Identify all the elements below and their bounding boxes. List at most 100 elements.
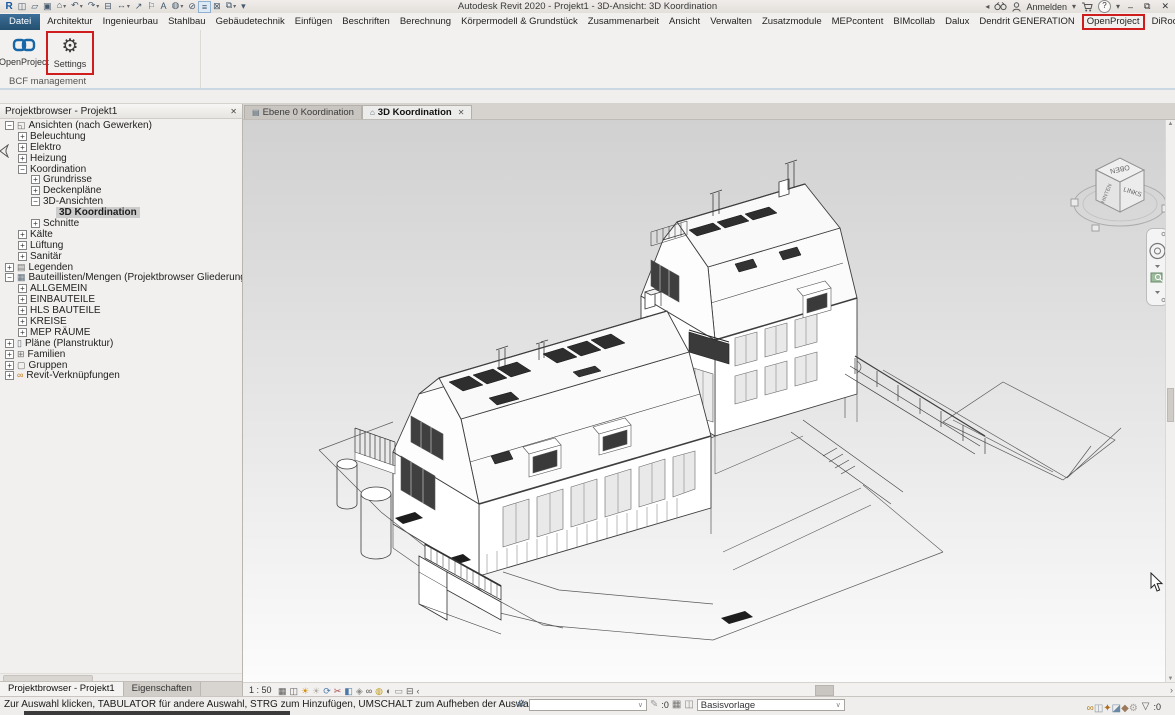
ribbon-tab-gebäudetechnik[interactable]: Gebäudetechnik: [211, 14, 290, 30]
tree-item-deckenpläne[interactable]: +Deckenpläne: [0, 185, 242, 196]
tree-item-beleuchtung[interactable]: +Beleuchtung: [0, 131, 242, 142]
workset-dropdown[interactable]: ∨: [529, 699, 647, 711]
drawing-area[interactable]: OBEN HINTEN LINKS: [243, 120, 1166, 683]
expand-icon[interactable]: +: [18, 132, 27, 141]
new-window-icon[interactable]: ◫: [15, 0, 29, 13]
background-processes-icon[interactable]: ⚙: [1129, 703, 1138, 714]
navigation-bar[interactable]: [1146, 228, 1166, 306]
tree-item-sanitär[interactable]: +Sanitär: [0, 251, 242, 262]
tree-item-lüftung[interactable]: +Lüftung: [0, 240, 242, 251]
ribbon-tab-ingenieurbau[interactable]: Ingenieurbau: [98, 14, 163, 30]
settings-button[interactable]: ⚙ Settings: [46, 31, 94, 75]
expand-icon[interactable]: +: [18, 317, 27, 326]
ribbon-tab-datei[interactable]: Datei: [0, 14, 40, 30]
expand-icon[interactable]: +: [5, 339, 14, 348]
minimize-button[interactable]: –: [1125, 2, 1136, 12]
close-button[interactable]: ✕: [1158, 1, 1172, 12]
close-icon[interactable]: ✕: [230, 107, 237, 116]
home-view-icon[interactable]: ⌂▾: [54, 0, 68, 14]
tree-item-allgemein[interactable]: +ALLGEMEIN: [0, 283, 242, 294]
tree-item-3d-koordination[interactable]: 3D Koordination: [0, 207, 242, 218]
expand-icon[interactable]: +: [5, 361, 14, 370]
sun-path-icon[interactable]: ☀: [300, 686, 311, 696]
ribbon-tab-körpermodell-grundstück[interactable]: Körpermodell & Grundstück: [456, 14, 583, 30]
ribbon-tab-architektur[interactable]: Architektur: [42, 14, 97, 30]
tree-item-ansichten-nach-gewerken[interactable]: −◱Ansichten (nach Gewerken): [0, 120, 242, 131]
main-model-icon[interactable]: ◫: [684, 698, 693, 712]
tree-item-einbauteile[interactable]: +EINBAUTEILE: [0, 294, 242, 305]
print-icon[interactable]: ⊟: [102, 0, 115, 13]
save-icon[interactable]: ▣: [41, 0, 55, 13]
design-option-dropdown[interactable]: Basisvorlage ∨: [697, 699, 845, 711]
expand-icon[interactable]: +: [18, 306, 27, 315]
tree-item-heizung[interactable]: +Heizung: [0, 153, 242, 164]
reveal-hidden-elements-icon[interactable]: ◍: [374, 686, 385, 696]
tab-projektbrowser[interactable]: Projektbrowser - Projekt1: [0, 682, 124, 697]
scroll-right-icon[interactable]: ›: [1170, 684, 1173, 696]
expand-icon[interactable]: −: [5, 273, 14, 282]
tree-item-schnitte[interactable]: +Schnitte: [0, 218, 242, 229]
expand-icon[interactable]: +: [5, 263, 14, 272]
tree-item-grundrisse[interactable]: +Grundrisse: [0, 174, 242, 185]
tree-item-kreise[interactable]: +KREISE: [0, 316, 242, 327]
tree-item-mep-räume[interactable]: +MEP RÄUME: [0, 327, 242, 338]
redo-icon[interactable]: ↷▾: [85, 0, 102, 14]
measure-icon[interactable]: ↔▾: [114, 0, 132, 14]
sign-in-button[interactable]: Anmelden: [1026, 2, 1067, 12]
ribbon-tab-zusatzmodule[interactable]: Zusatzmodule: [757, 14, 827, 30]
expand-icon[interactable]: +: [18, 143, 27, 152]
expand-icon[interactable]: +: [31, 186, 40, 195]
view-tab-3d-koordination[interactable]: ⌂3D Koordination✕: [362, 105, 472, 119]
vertical-scrollbar[interactable]: ▲ ▼: [1165, 120, 1175, 683]
ribbon-tab-zusammenarbeit[interactable]: Zusammenarbeit: [583, 14, 664, 30]
ribbon-tab-stahlbau[interactable]: Stahlbau: [163, 14, 211, 30]
lock-3d-view-icon[interactable]: ◈: [354, 686, 364, 696]
ribbon-tab-openproject[interactable]: OpenProject: [1082, 14, 1145, 30]
drag-elements-on-selection-icon[interactable]: ◆: [1121, 703, 1129, 714]
collapse-view-control-bar-icon[interactable]: ‹: [415, 686, 421, 696]
ribbon-tab-beschriften[interactable]: Beschriften: [337, 14, 395, 30]
crop-view-icon[interactable]: ✂: [332, 686, 343, 696]
expand-icon[interactable]: +: [18, 295, 27, 304]
ribbon-tab-dendrit-generation[interactable]: Dendrit GENERATION: [974, 14, 1079, 30]
help-button[interactable]: ?: [1098, 0, 1111, 13]
close-inactive-views-icon[interactable]: ⊠: [211, 0, 224, 13]
aligned-dimension-icon[interactable]: ↗: [132, 0, 145, 13]
worksets-icon[interactable]: ⚙: [517, 698, 526, 712]
tag-by-category-icon[interactable]: ⚐: [145, 0, 158, 13]
ribbon-tab-berechnung[interactable]: Berechnung: [395, 14, 456, 30]
ribbon-tab-dalux[interactable]: Dalux: [940, 14, 974, 30]
detail-level-icon[interactable]: ▦: [277, 686, 289, 696]
switch-windows-icon[interactable]: ⧉▾: [223, 0, 238, 14]
tab-eigenschaften[interactable]: Eigenschaften: [124, 682, 201, 697]
select-pinned-elements-icon[interactable]: ✦: [1103, 703, 1111, 714]
expand-icon[interactable]: −: [5, 121, 14, 130]
restore-button[interactable]: ⧉: [1141, 1, 1153, 12]
visual-style-icon[interactable]: ◫: [288, 686, 300, 696]
default-3d-view-icon[interactable]: ◍▾: [169, 0, 186, 14]
help-dropdown-icon[interactable]: ▾: [1116, 2, 1120, 11]
tree-item-elektro[interactable]: +Elektro: [0, 142, 242, 153]
tree-item-revit-verknüpfungen[interactable]: +∞Revit-Verknüpfungen: [0, 370, 242, 381]
tree-item-gruppen[interactable]: +▢Gruppen: [0, 360, 242, 371]
tree-item-legenden[interactable]: +▤Legenden: [0, 262, 242, 273]
expand-icon[interactable]: +: [5, 371, 14, 380]
ribbon-tab-bimcollab[interactable]: BIMcollab: [888, 14, 940, 30]
ribbon-tab-diroots[interactable]: DiRoots: [1147, 14, 1175, 30]
ribbon-tab-ansicht[interactable]: Ansicht: [664, 14, 705, 30]
horizontal-scrollbar-thumb[interactable]: [815, 685, 834, 696]
store-cart-icon[interactable]: [1081, 2, 1093, 12]
show-crop-region-icon[interactable]: ◧: [343, 686, 355, 696]
tree-item-familien[interactable]: +⊞Familien: [0, 349, 242, 360]
shadows-icon[interactable]: ☀: [311, 686, 322, 696]
rendering-dialog-icon[interactable]: ⟳: [322, 686, 333, 696]
expand-icon[interactable]: +: [5, 350, 14, 359]
expand-icon[interactable]: +: [18, 241, 27, 250]
search-binoculars-icon[interactable]: [994, 2, 1007, 11]
scale-indicator[interactable]: 1 : 50: [249, 685, 272, 695]
select-elements-by-face-icon[interactable]: ◪: [1112, 703, 1121, 714]
temporary-view-properties-icon[interactable]: ◐: [385, 686, 393, 696]
ribbon-tab-mepcontent[interactable]: MEPcontent: [827, 14, 889, 30]
tree-item-3d-ansichten[interactable]: −3D-Ansichten: [0, 196, 242, 207]
revit-app-button-icon[interactable]: R: [3, 0, 15, 13]
